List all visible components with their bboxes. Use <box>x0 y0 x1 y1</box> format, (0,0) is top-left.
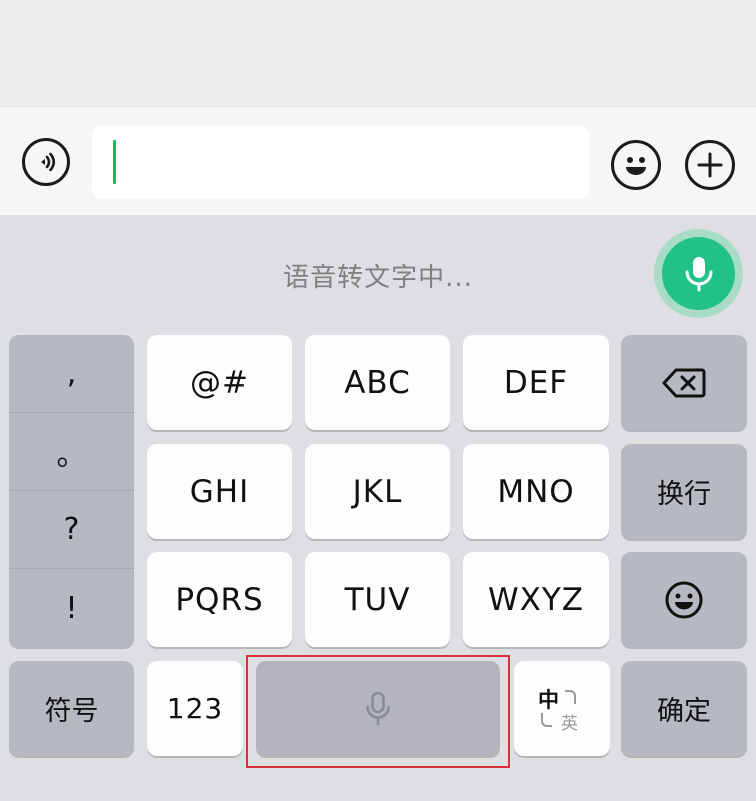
plus-icon <box>697 152 723 178</box>
microphone-icon <box>685 256 712 291</box>
key-wxyz-label: WXYZ <box>487 581 585 618</box>
emoji-button[interactable] <box>611 140 661 190</box>
key-def-label: DEF <box>503 364 569 401</box>
switch-arrow-icon <box>565 690 576 704</box>
key-pqrs[interactable]: PQRS <box>147 552 292 647</box>
voice-wave-icon <box>41 152 56 172</box>
key-pqrs-label: PQRS <box>175 581 264 618</box>
key-tuv-label: TUV <box>344 581 411 618</box>
punctuation-column: , 。 ? ! <box>9 335 134 647</box>
switch-arrow-icon <box>541 713 552 727</box>
voice-toggle-button[interactable] <box>22 138 70 186</box>
newline-key-label: 换行 <box>657 479 711 510</box>
emoji-key[interactable] <box>621 552 747 647</box>
text-caret <box>113 140 116 184</box>
space-voice-key[interactable] <box>256 661 500 756</box>
key-ghi-label: GHI <box>189 473 250 510</box>
key-symbols-label: @# <box>190 364 249 401</box>
punct-key-exclamation[interactable]: ! <box>9 569 134 647</box>
voice-input-button[interactable] <box>654 229 743 318</box>
key-jkl-label: JKL <box>352 473 403 510</box>
lang-english-label: 英 <box>561 714 578 734</box>
key-mno-label: MNO <box>497 473 575 510</box>
punct-key-comma[interactable]: , <box>9 335 134 413</box>
punct-key-period[interactable]: 。 <box>9 413 134 491</box>
message-input[interactable] <box>92 125 589 199</box>
backspace-icon <box>662 368 706 397</box>
symbol-panel-key-label: 符号 <box>44 696 99 727</box>
symbol-panel-key[interactable]: 符号 <box>9 661 134 756</box>
confirm-key-label: 确定 <box>657 696 711 727</box>
key-wxyz[interactable]: WXYZ <box>463 552 609 647</box>
key-jkl[interactable]: JKL <box>305 444 450 539</box>
key-tuv[interactable]: TUV <box>305 552 450 647</box>
chat-input-bar <box>0 106 756 215</box>
newline-key[interactable]: 换行 <box>621 444 747 539</box>
key-mno[interactable]: MNO <box>463 444 609 539</box>
lang-chinese-label: 中 <box>538 688 559 712</box>
voice-transcribing-status: 语音转文字中... <box>283 262 473 293</box>
more-actions-button[interactable] <box>685 140 735 190</box>
key-abc[interactable]: ABC <box>305 335 450 430</box>
key-abc-label: ABC <box>344 364 411 401</box>
chat-background <box>0 0 756 106</box>
key-symbols[interactable]: @# <box>147 335 292 430</box>
language-switch-key[interactable]: 中 英 <box>514 661 610 756</box>
key-ghi[interactable]: GHI <box>147 444 292 539</box>
confirm-key[interactable]: 确定 <box>621 661 747 756</box>
numbers-key-label: 123 <box>166 692 224 725</box>
voice-input-button-core[interactable] <box>662 237 735 310</box>
key-def[interactable]: DEF <box>463 335 609 430</box>
backspace-key[interactable] <box>621 335 747 430</box>
numbers-key[interactable]: 123 <box>147 661 243 756</box>
emoji-icon <box>665 581 703 618</box>
punct-key-question[interactable]: ? <box>9 491 134 569</box>
microphone-icon <box>366 691 390 725</box>
emoji-icon <box>626 157 646 175</box>
